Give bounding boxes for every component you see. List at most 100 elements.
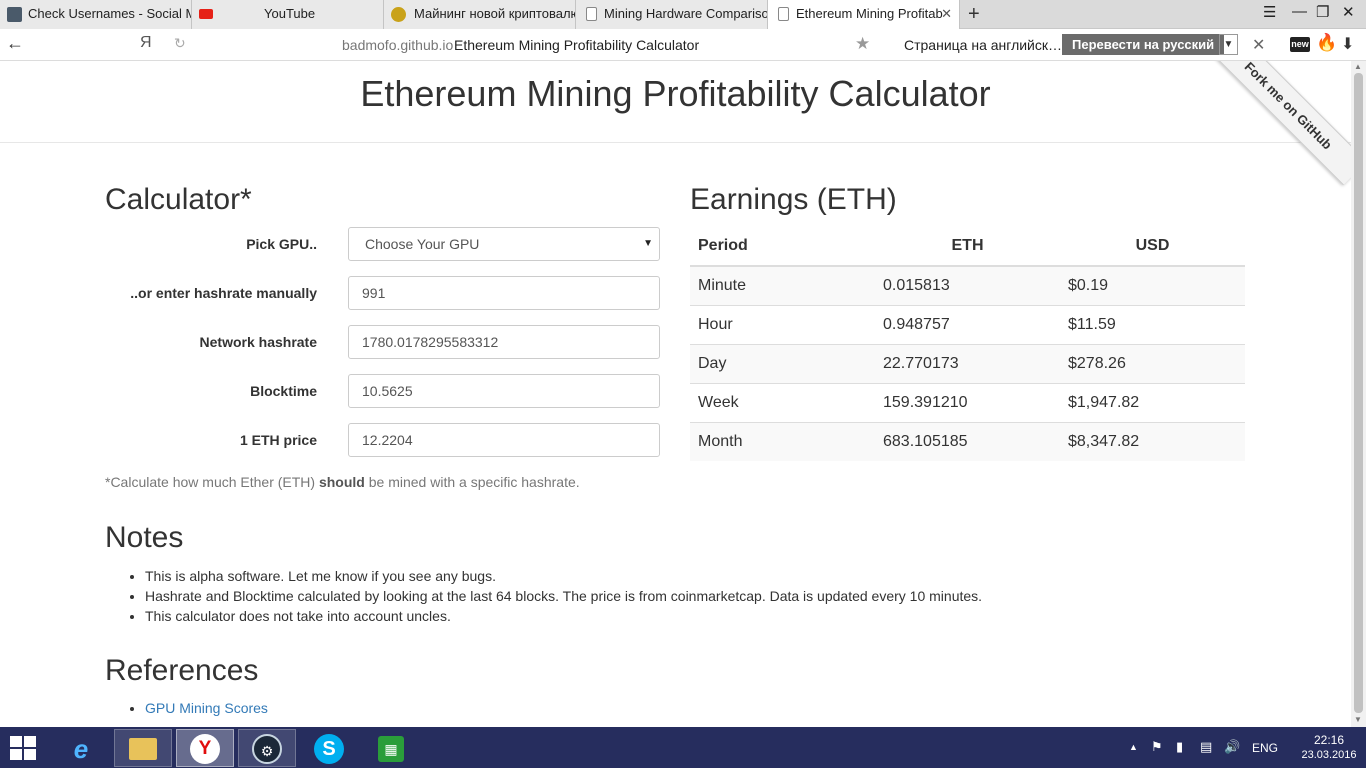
menu-icon[interactable]: ☰ — [1263, 3, 1276, 21]
bookmark-star-icon[interactable]: ★ — [855, 34, 870, 54]
reload-icon[interactable]: ↻ — [174, 35, 186, 52]
youtube-icon — [199, 9, 213, 19]
vertical-scrollbar[interactable]: ▲ ▼ — [1351, 61, 1366, 727]
folder-icon — [129, 738, 157, 760]
input-language[interactable]: ENG — [1252, 741, 1278, 755]
internet-explorer-icon: e — [73, 734, 89, 764]
url-host[interactable]: badmofo.github.io — [342, 37, 453, 53]
period-cell: Minute — [690, 265, 875, 305]
tab-ethereum-calculator[interactable]: Ethereum Mining Profitab ✕ — [768, 0, 960, 30]
windows-start-icon[interactable] — [10, 736, 38, 760]
network-hashrate-input[interactable] — [348, 325, 660, 359]
close-window-icon[interactable]: ✕ — [1342, 3, 1355, 21]
restore-icon[interactable]: ❐ — [1316, 3, 1329, 21]
store-icon: ▦ — [378, 736, 404, 762]
eth-cell: 683.105185 — [875, 421, 1060, 461]
translate-close-icon[interactable]: ✕ — [1252, 35, 1265, 55]
steam-icon: ⚙ — [252, 734, 282, 764]
scrollbar-thumb[interactable] — [1354, 73, 1363, 713]
taskbar-file-explorer[interactable] — [114, 729, 172, 767]
clock-date: 23.03.2016 — [1301, 749, 1357, 761]
calculator-heading: Calculator* — [105, 183, 252, 216]
tab-title: Mining Hardware Comparison — [604, 6, 768, 21]
gpu-label: Pick GPU.. — [246, 236, 317, 252]
page-title: Ethereum Mining Profitability Calculator — [360, 73, 991, 114]
usd-cell: $11.59 — [1060, 304, 1245, 344]
gpu-select-value: Choose Your GPU — [365, 236, 480, 252]
table-row: Day 22.770173 $278.26 — [690, 343, 1245, 383]
new-extension-icon[interactable]: new — [1290, 37, 1310, 52]
earnings-table: Period ETH USD Minute 0.015813 $0.19 Hou… — [690, 226, 1245, 461]
hashrate-input[interactable] — [348, 276, 660, 310]
eth-price-label: 1 ETH price — [239, 432, 317, 448]
period-cell: Month — [690, 421, 875, 461]
eth-price-input[interactable] — [348, 423, 660, 457]
blocktime-input[interactable] — [348, 374, 660, 408]
tab-mining-hardware[interactable]: Mining Hardware Comparison — [576, 0, 768, 29]
volume-icon[interactable]: 🔊 — [1224, 739, 1240, 755]
table-header-row: Period ETH USD — [690, 226, 1245, 267]
download-icon[interactable]: ⬇ — [1341, 34, 1354, 54]
show-hidden-icons-icon[interactable]: ▲ — [1129, 742, 1138, 752]
close-tab-icon[interactable]: ✕ — [941, 0, 952, 28]
usd-cell: $8,347.82 — [1060, 421, 1245, 461]
eth-cell: 0.948757 — [875, 304, 1060, 344]
table-row: Week 159.391210 $1,947.82 — [690, 382, 1245, 422]
list-item: This is alpha software. Let me know if y… — [145, 566, 982, 586]
eth-cell: 159.391210 — [875, 382, 1060, 422]
clock-time: 22:16 — [1313, 733, 1345, 747]
column-header: ETH — [875, 226, 1060, 267]
miner-icon — [391, 7, 406, 22]
minimize-icon[interactable]: — — [1292, 3, 1307, 20]
taskbar-clock[interactable]: 22:16 23.03.2016 — [1296, 733, 1362, 763]
translate-options-chevron-icon[interactable]: ▼ — [1219, 34, 1238, 55]
column-header: Period — [690, 226, 875, 267]
period-cell: Day — [690, 343, 875, 383]
network-hashrate-label: Network hashrate — [199, 334, 317, 350]
tab-youtube[interactable]: YouTube — [192, 0, 384, 29]
taskbar-internet-explorer[interactable]: e — [52, 729, 110, 767]
tab-mining-crypto[interactable]: Майнинг новой криптовалю — [384, 0, 576, 29]
taskbar-store[interactable]: ▦ — [362, 729, 420, 767]
earnings-heading: Earnings (ETH) — [690, 183, 897, 216]
table-row: Month 683.105185 $8,347.82 — [690, 421, 1245, 461]
help-bold: should — [318, 474, 365, 490]
usd-cell: $1,947.82 — [1060, 382, 1245, 422]
tab-title: Ethereum Mining Profitab — [796, 6, 943, 21]
address-bar: ← Я ↻ badmofo.github.io Ethereum Mining … — [0, 29, 1366, 61]
new-tab-button[interactable]: + — [968, 2, 980, 26]
gpu-mining-scores-link[interactable]: GPU Mining Scores — [145, 700, 268, 716]
references-list: GPU Mining Scores — [145, 698, 268, 718]
flame-extension-icon[interactable]: 🔥 — [1316, 33, 1337, 53]
tab-check-usernames[interactable]: Check Usernames - Social Me — [0, 0, 192, 29]
table-row: Hour 0.948757 $11.59 — [690, 304, 1245, 344]
taskbar-skype[interactable]: S — [300, 729, 358, 767]
yandex-icon[interactable]: Я — [140, 34, 152, 52]
tab-title: Check Usernames - Social Me — [28, 6, 192, 21]
site-favicon-icon — [7, 7, 22, 22]
back-arrow-icon[interactable]: ← — [6, 33, 24, 54]
calculator-help-text: *Calculate how much Ether (ETH) should b… — [105, 474, 580, 490]
taskbar-steam[interactable]: ⚙ — [238, 729, 296, 767]
list-item: Hashrate and Blocktime calculated by loo… — [145, 586, 982, 606]
gpu-select[interactable]: Choose Your GPU ▼ — [348, 227, 660, 261]
blocktime-label: Blocktime — [250, 383, 317, 399]
period-cell: Week — [690, 382, 875, 422]
page-header: Ethereum Mining Profitability Calculator — [0, 61, 1351, 143]
tab-title: YouTube — [264, 6, 316, 21]
scroll-up-icon[interactable]: ▲ — [1354, 62, 1362, 71]
usd-cell: $0.19 — [1060, 265, 1245, 305]
page-icon — [778, 7, 789, 21]
action-center-flag-icon[interactable]: ⚑ — [1151, 739, 1163, 755]
translate-button[interactable]: Перевести на русский — [1062, 34, 1225, 55]
taskbar-yandex-browser[interactable]: Y — [176, 729, 234, 767]
network-icon[interactable]: ▤ — [1200, 739, 1212, 755]
url-page-title[interactable]: Ethereum Mining Profitability Calculator — [454, 37, 699, 53]
list-item: GPU Mining Scores — [145, 698, 268, 718]
tab-bar: Check Usernames - Social Me YouTube Майн… — [0, 0, 1366, 30]
battery-icon[interactable]: ▮ — [1176, 739, 1183, 755]
tab-title: Майнинг новой криптовалю — [414, 6, 576, 21]
notes-heading: Notes — [105, 521, 184, 554]
help-suffix: be mined with a specific hashrate. — [364, 474, 580, 490]
scroll-down-icon[interactable]: ▼ — [1354, 715, 1362, 724]
